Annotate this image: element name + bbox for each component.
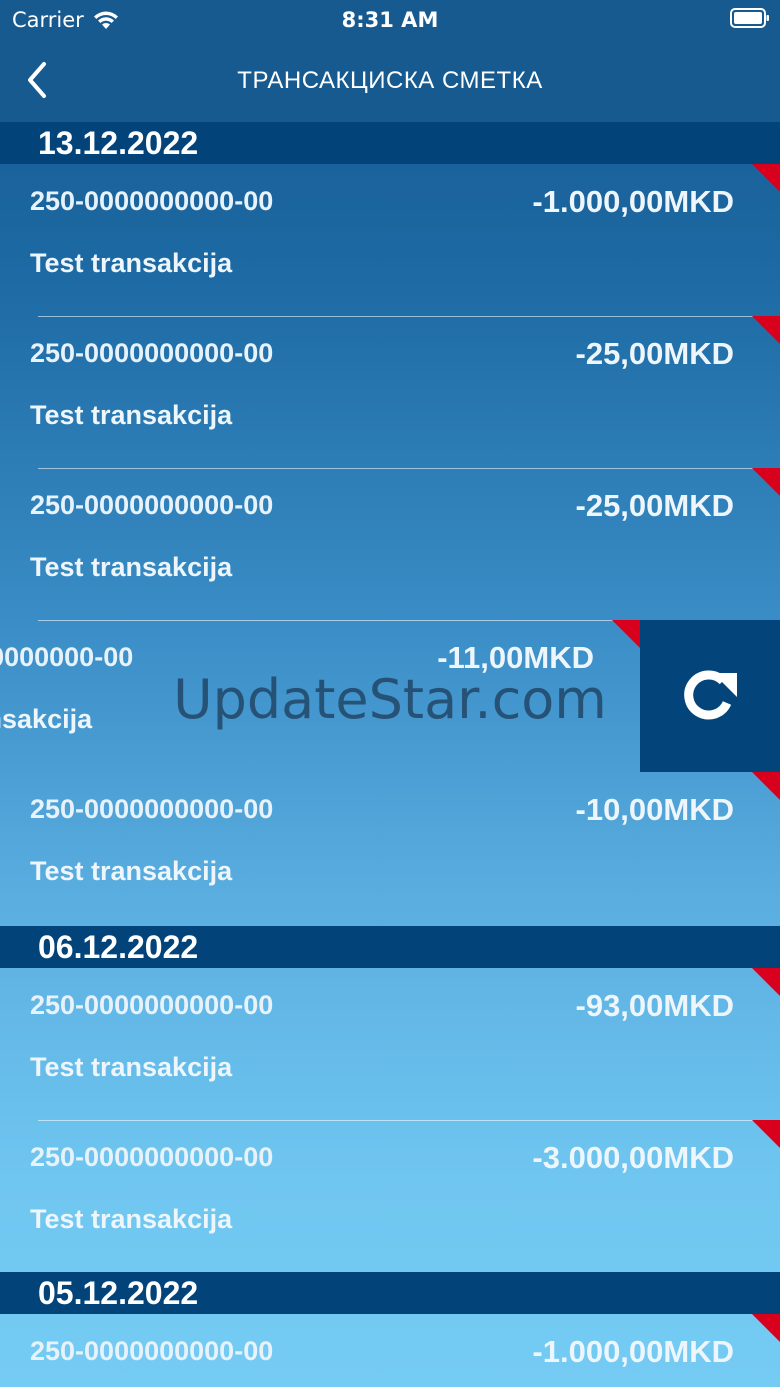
- transaction-amount: -10,00MKD: [575, 792, 735, 827]
- transaction-row[interactable]: 250-0000000000-00 -10,00MKD Test transak…: [0, 772, 780, 924]
- date-section-header: 06.12.2022: [0, 926, 780, 968]
- transaction-row[interactable]: 250-0000000000-00 -1.000,00MKD Test tran…: [0, 164, 780, 316]
- account-number: 250-0000000000-00: [30, 990, 274, 1020]
- section-date: 05.12.2022: [38, 1275, 199, 1311]
- transaction-description: Test transakcija: [30, 552, 233, 582]
- transaction-description: Test transakcija: [30, 400, 233, 430]
- transaction-amount: -1.000,00MKD: [532, 184, 734, 219]
- refresh-icon: [684, 670, 737, 720]
- transaction-description: Test transakcija: [30, 1204, 233, 1234]
- transaction-amount: -25,00MKD: [575, 336, 735, 371]
- account-number: 250-0000000000-00: [30, 1336, 274, 1366]
- date-section-header: 05.12.2022: [0, 1272, 780, 1314]
- account-number: 250-0000000000-00: [30, 338, 274, 368]
- transaction-row[interactable]: 250-0000000000-00 -1.000,00MKD: [0, 1314, 780, 1387]
- transaction-description: Test transakcija: [30, 248, 233, 278]
- section-date: 06.12.2022: [38, 929, 199, 965]
- battery-icon: [730, 8, 769, 28]
- transaction-row[interactable]: 250-0000000000-00 -25,00MKD Test transak…: [0, 316, 780, 468]
- account-number: 250-0000000000-00: [30, 490, 274, 520]
- account-number: 250-0000000000-00: [30, 186, 274, 216]
- clock: 8:31 AM: [341, 8, 439, 32]
- transaction-description: Test transakcija: [30, 856, 233, 886]
- transaction-amount: -25,00MKD: [575, 488, 735, 523]
- unread-flag-icon: [752, 1120, 780, 1148]
- row-divider: [38, 468, 780, 469]
- swiped-row-content[interactable]: 250-0000000000-00 -11,00MKD Test transak…: [0, 620, 640, 772]
- row-divider: [38, 1120, 780, 1121]
- unread-flag-icon: [752, 316, 780, 344]
- section-date: 13.12.2022: [38, 125, 199, 161]
- date-section-header: 13.12.2022: [0, 122, 780, 164]
- transaction-row[interactable]: 250-0000000000-00 -25,00MKD Test transak…: [0, 468, 780, 620]
- transaction-row[interactable]: 250-0000000000-00 -3.000,00MKD Test tran…: [0, 1120, 780, 1272]
- page-title: ТРАНСАКЦИСКА СМЕТКА: [237, 67, 543, 94]
- unread-flag-icon: [752, 1314, 780, 1342]
- account-number: 250-0000000000-00: [0, 642, 134, 672]
- transaction-description: Test transakcija: [0, 704, 93, 734]
- repeat-transaction-button[interactable]: [640, 620, 780, 772]
- status-bar: Carrier 8:31 AM: [0, 0, 780, 40]
- unread-flag-icon: [752, 468, 780, 496]
- unread-flag-icon: [752, 164, 780, 192]
- navigation-bar: ТРАНСАКЦИСКА СМЕТКА: [0, 40, 780, 122]
- transaction-amount: -11,00MKD: [437, 640, 594, 675]
- unread-flag-icon: [612, 620, 640, 648]
- account-number: 250-0000000000-00: [30, 794, 274, 824]
- account-number: 250-0000000000-00: [30, 1142, 274, 1172]
- transaction-amount: -3.000,00MKD: [532, 1140, 734, 1175]
- transaction-description: Test transakcija: [30, 1052, 233, 1082]
- unread-flag-icon: [752, 968, 780, 996]
- transaction-row-swiped[interactable]: 250-0000000000-00 -11,00MKD Test transak…: [0, 620, 780, 772]
- unread-flag-icon: [752, 772, 780, 800]
- transaction-amount: -1.000,00MKD: [532, 1334, 734, 1369]
- row-divider: [38, 316, 780, 317]
- transaction-amount: -93,00MKD: [575, 988, 735, 1023]
- transaction-row[interactable]: 250-0000000000-00 -93,00MKD Test transak…: [0, 968, 780, 1120]
